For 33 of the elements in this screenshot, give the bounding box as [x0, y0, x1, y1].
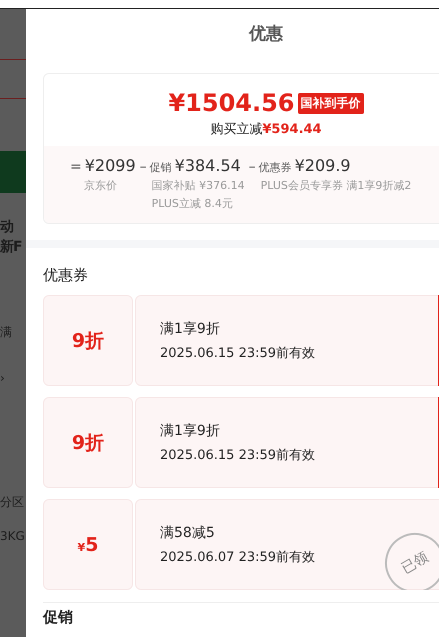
breakdown-amount: ¥384.54	[174, 156, 241, 175]
background-text: 新F	[0, 238, 23, 257]
breakdown-detail: 京东价	[83, 178, 118, 193]
operator: –	[248, 159, 256, 175]
coupon-validity: 2025.06.15 23:59前有效	[160, 446, 316, 464]
operator: =	[70, 159, 82, 175]
drawer-title: 优惠	[248, 23, 284, 43]
background-text: 动	[0, 218, 14, 237]
background-text: 满	[0, 325, 13, 339]
breakdown-label: 促销	[150, 160, 172, 175]
coupon-value: 9折	[72, 328, 104, 354]
coupon-title: 满1享9折	[160, 422, 220, 440]
coupon-validity: 2025.06.15 23:59前有效	[160, 344, 316, 362]
coupon-value: 9折	[72, 430, 104, 456]
price-tag: 国补到手价	[298, 92, 364, 114]
section-title: 促销	[42, 607, 74, 626]
coupon-validity: 2025.06.07 23:59前有效	[160, 548, 316, 566]
breakdown-detail: 国家补贴 ¥376.14	[150, 178, 245, 193]
coupon-value: ¥5	[78, 534, 98, 556]
background-text: ›	[0, 371, 6, 385]
breakdown-detail: PLUS立减 8.4元	[150, 196, 234, 211]
breakdown-detail: PLUS会员专享券 满1享9折减2	[260, 178, 412, 193]
background-text: 3KG	[0, 529, 26, 543]
breakdown-amount: ¥209.9	[294, 156, 351, 175]
breakdown-label: 优惠券	[258, 160, 292, 175]
saving-text: 购买立减¥594.44	[209, 121, 323, 139]
section-title: 优惠券	[42, 265, 89, 286]
coupon-title: 满58减5	[160, 524, 215, 542]
coupon-title: 满1享9折	[160, 320, 220, 338]
background-text: 分区	[0, 495, 25, 509]
breakdown-amount: ¥2099	[84, 156, 136, 175]
operator: –	[140, 159, 147, 175]
final-price: ¥1504.56	[168, 88, 294, 118]
